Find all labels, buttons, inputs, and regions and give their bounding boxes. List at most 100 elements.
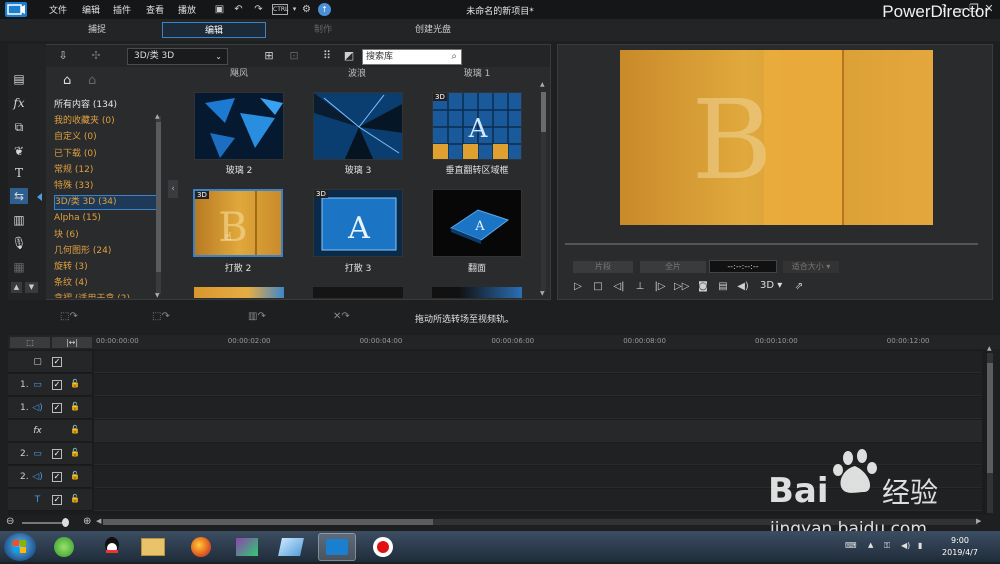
fx-room-icon[interactable]: fx (10, 95, 28, 111)
scroll-down-icon[interactable]: ▼ (25, 282, 38, 293)
zoom-in-icon[interactable]: ⊕ (83, 516, 91, 527)
gear-icon[interactable]: ⚙ (300, 3, 313, 16)
undock-icon[interactable]: ⇗ (792, 280, 806, 294)
track-audio[interactable] (94, 397, 982, 419)
ctrl-icon[interactable]: CTRL (272, 4, 288, 15)
3d-mode-button[interactable]: 3D ▾ (760, 280, 782, 291)
transition-thumb-glass2[interactable] (194, 92, 284, 160)
tab-produce[interactable]: 制作 (271, 22, 375, 38)
taskbar-recorder-icon[interactable] (364, 533, 402, 561)
audio-mixer-icon[interactable]: ▥ (10, 212, 28, 228)
category-item[interactable]: 拿褶 (适用于拿 (2) (54, 292, 157, 298)
volume-icon[interactable]: ◀) (736, 280, 750, 294)
lock-icon[interactable]: 🔓 (70, 471, 80, 481)
taskbar-explorer-icon[interactable] (134, 533, 172, 561)
taskbar-app-icon[interactable] (272, 533, 310, 561)
taskbar-firefox-icon[interactable] (182, 533, 220, 561)
track-master[interactable] (94, 351, 982, 373)
movie-mode-button[interactable]: 全片 (640, 261, 706, 273)
particle-room-icon[interactable]: ❦ (10, 143, 28, 159)
expand-icon[interactable]: ◩ (342, 49, 356, 63)
track-enable-checkbox[interactable]: ✓ (52, 403, 62, 413)
category-item[interactable]: Alpha (15) (54, 211, 157, 226)
track-enable-checkbox[interactable]: ✓ (52, 472, 62, 482)
transition-thumb-flip[interactable]: A (432, 189, 522, 257)
transition-thumb-shatter2[interactable]: B (193, 189, 283, 257)
scroll-up-icon[interactable]: ▲ (540, 81, 545, 88)
modify-icon[interactable]: ⬚↷ (60, 311, 90, 325)
volume-tray-icon[interactable]: ◀) (901, 541, 911, 553)
split-icon[interactable]: ⊥ (633, 280, 647, 294)
fix-enhance-icon[interactable]: ▥↷ (248, 311, 278, 325)
tab-create-disc[interactable]: 创建光盘 (381, 22, 485, 38)
tab-edit[interactable]: 编辑 (162, 22, 266, 38)
track-enable-checkbox[interactable]: ✓ (52, 357, 62, 367)
category-item[interactable]: 3D/类 3D (34) (54, 195, 157, 211)
scroll-down-icon[interactable]: ▼ (155, 292, 160, 299)
tray-arrow-icon[interactable]: ▲ (868, 541, 878, 553)
track-enable-checkbox[interactable]: ✓ (52, 380, 62, 390)
library-scrollbar[interactable] (541, 92, 546, 292)
keyboard-icon[interactable]: ⌨ (845, 541, 857, 553)
search-input[interactable]: 搜索库 ⌕ (362, 49, 462, 65)
apply-all-icon[interactable]: ⊡ (287, 49, 301, 63)
chapter-room-icon[interactable]: ▦ (10, 259, 28, 275)
category-item[interactable]: 几何图形 (24) (54, 244, 157, 259)
title-room-icon[interactable]: T (10, 165, 28, 181)
menu-view[interactable]: 查看 (146, 3, 164, 16)
lock-icon[interactable]: 🔓 (70, 402, 80, 412)
taskbar-powerdirector-icon[interactable] (318, 533, 356, 561)
track-enable-checkbox[interactable]: ✓ (52, 449, 62, 459)
save-icon[interactable]: ▣ (213, 3, 226, 16)
menu-edit[interactable]: 编辑 (82, 3, 100, 16)
voice-record-icon[interactable]: 🎙 (10, 235, 28, 251)
transition-thumb-shatter3[interactable]: A (313, 189, 403, 257)
category-dropdown[interactable]: 3D/类 3D ⌄ (127, 48, 228, 65)
taskbar-360-browser-icon[interactable] (45, 533, 83, 561)
lock-icon[interactable]: 🔓 (70, 448, 80, 458)
transition-room-icon[interactable]: ⇆ (10, 188, 28, 204)
play-icon[interactable]: ▷ (571, 280, 585, 294)
category-item[interactable]: 所有内容 (134) (54, 98, 157, 113)
grid-view-icon[interactable]: ⠿ (320, 49, 334, 63)
storyboard-view-button[interactable]: ⬚ (10, 337, 50, 348)
category-item[interactable]: 已下载 (0) (54, 147, 157, 162)
menu-plugins[interactable]: 插件 (113, 3, 131, 16)
upgrade-icon[interactable]: ↑ (318, 3, 331, 16)
previous-frame-icon[interactable]: ◁| (612, 280, 626, 294)
scroll-down-icon[interactable]: ▼ (540, 290, 545, 297)
transition-thumb-vertical-flip[interactable]: A (432, 92, 522, 160)
timecode-display[interactable]: --:--:--:-- (709, 260, 777, 273)
category-scrollbar[interactable] (156, 116, 161, 294)
scroll-up-icon[interactable]: ▲ (11, 282, 22, 293)
category-item[interactable]: 旋转 (3) (54, 260, 157, 275)
category-item[interactable]: 条纹 (4) (54, 276, 157, 291)
playback-progress-bar[interactable] (565, 243, 978, 245)
trim-icon[interactable]: ⬚↷ (152, 311, 182, 325)
system-clock[interactable]: 9:00 2019/4/7 (930, 535, 990, 559)
import-icon[interactable]: ⇩ (56, 49, 70, 63)
network-icon[interactable]: ▮ (918, 541, 928, 553)
app-logo[interactable] (5, 2, 27, 17)
menu-file[interactable]: 文件 (49, 3, 67, 16)
fit-timeline-button[interactable]: |↔| (52, 337, 92, 348)
transition-thumb-partial[interactable] (194, 287, 284, 298)
clip-mode-button[interactable]: 片段 (573, 261, 633, 273)
lock-icon[interactable]: 🔓 (70, 379, 80, 389)
transition-thumb-partial[interactable] (313, 287, 403, 298)
transition-thumb-partial[interactable] (432, 287, 522, 298)
track-video[interactable] (94, 374, 982, 396)
scroll-left-icon[interactable]: ◀ (96, 517, 101, 525)
fit-size-dropdown[interactable]: 适合大小 ▾ (783, 261, 839, 273)
category-item[interactable]: 块 (6) (54, 228, 157, 243)
plugin-icon[interactable]: ✣ (89, 49, 103, 63)
lock-icon[interactable]: 🔓 (70, 494, 80, 504)
category-item[interactable]: 常规 (12) (54, 163, 157, 178)
usb-icon[interactable]: ⚿ (884, 541, 894, 553)
undo-icon[interactable]: ↶ (232, 3, 245, 16)
tab-capture[interactable]: 捕捉 (45, 22, 149, 38)
category-item[interactable]: 自定义 (0) (54, 130, 157, 145)
next-frame-icon[interactable]: |▷ (653, 280, 667, 294)
menu-play[interactable]: 播放 (178, 3, 196, 16)
zoom-out-icon[interactable]: ⊖ (6, 516, 14, 527)
